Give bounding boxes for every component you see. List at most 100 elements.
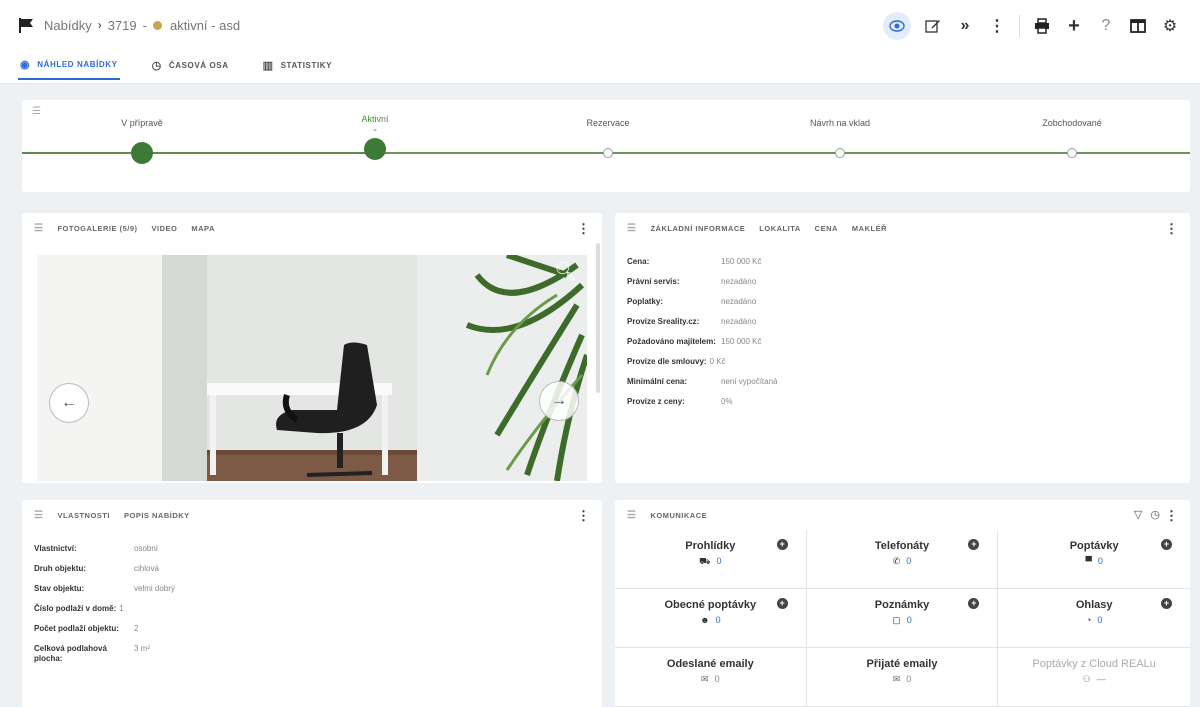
cell-value: ✉ 0 (701, 674, 720, 684)
info-row-owner-request: Požadováno majitelem: 150 000 Kč (627, 337, 762, 346)
eye-icon[interactable] (883, 12, 911, 40)
tab-description[interactable]: POPIS NABÍDKY (124, 511, 190, 520)
add-demand-button[interactable]: + (1161, 539, 1172, 550)
step-node (1067, 148, 1077, 158)
prop-row-floor-count: Počet podlaží objektu: 2 (34, 624, 139, 633)
add-general-demand-button[interactable]: + (776, 598, 788, 609)
communication-header: ☰ KOMUNIKACE (615, 500, 1190, 530)
tab-map[interactable]: MAPA (191, 224, 215, 233)
more-icon[interactable]: ⋮ (1165, 508, 1178, 524)
cell-value: ⚇ — (1082, 674, 1106, 684)
cell-value: ◔ 0 (1085, 615, 1103, 625)
tab-label: ČASOVÁ OSA (168, 60, 229, 70)
help-icon[interactable]: ? (1090, 10, 1122, 42)
previous-photo-button[interactable]: ← (49, 383, 89, 423)
gallery-panel: ☰ FOTOGALERIE (5/9) VIDEO MAPA ⋮ ← → 🔍︎ (22, 213, 602, 483)
toolbar: » ⋮ + ? ⚙ (883, 10, 1186, 42)
info-row-price: Cena: 150 000 Kč (627, 257, 762, 266)
comm-cloud-real-demands[interactable]: Poptávky z Cloud REALu ⚇ — (998, 648, 1190, 707)
drag-handle-icon[interactable]: ☰ (627, 510, 636, 521)
add-response-button[interactable]: + (1161, 598, 1172, 609)
comm-notes[interactable]: Poznámky ▢ 0 + (806, 589, 999, 648)
step-traded[interactable]: Zobchodované (1002, 118, 1142, 158)
tab-properties[interactable]: VLASTNOSTI (57, 511, 110, 520)
comm-viewings[interactable]: Prohlídky ⛟ 0 + (615, 530, 807, 589)
step-preparation[interactable]: V přípravě (72, 118, 212, 164)
communication-grid: Prohlídky ⛟ 0 + Telefonáty ✆ 0 + Poptávky … (615, 530, 1190, 707)
top-bar: Nabídky › 3719 - aktivní - asd » ⋮ + ? ⚙ (0, 0, 1200, 50)
zoom-icon[interactable]: 🔍︎ (554, 261, 577, 282)
phone-icon: ✆ (892, 556, 901, 566)
more-icon[interactable]: ⋮ (1165, 221, 1178, 237)
status-stepper: ☰ V přípravě Aktivní ⌄ Rezervace Návrh n… (22, 100, 1190, 192)
layout-icon[interactable] (1122, 10, 1154, 42)
step-label: Rezervace (586, 118, 630, 128)
robot-icon: ☻ (700, 615, 710, 625)
gallery-header: ☰ FOTOGALERIE (5/9) VIDEO MAPA (22, 213, 602, 243)
info-row-commission-sreality: Provize Sreality.cz: nezadáno (627, 317, 757, 326)
tab-label: NÁHLED NABÍDKY (37, 59, 118, 69)
step-label: Návrh na vklad (809, 118, 871, 128)
step-deposit-proposal[interactable]: Návrh na vklad (770, 118, 910, 158)
info-row-contract-commission: Provize dle smlouvy: 0 Kč (627, 357, 726, 366)
drag-handle-icon[interactable]: ☰ (627, 223, 636, 234)
status-dot (152, 20, 162, 30)
prop-row-floor: Číslo podlaží v domě: 1 (34, 604, 124, 613)
comm-demands[interactable]: Poptávky ▀ 0 + (998, 530, 1190, 589)
tab-photogallery[interactable]: FOTOGALERIE (5/9) (57, 224, 137, 233)
more-icon[interactable]: ⋮ (577, 508, 590, 524)
forward-icon[interactable]: » (949, 10, 981, 42)
breadcrumb-root[interactable]: Nabídky (44, 18, 92, 33)
tab-offer-preview[interactable]: ◉ NÁHLED NABÍDKY (18, 50, 120, 80)
communication-title: KOMUNIKACE (650, 510, 708, 520)
comm-received-emails[interactable]: Přijaté emaily ✉ 0 (806, 648, 999, 707)
tab-video[interactable]: VIDEO (152, 224, 178, 233)
tab-price[interactable]: CENA (815, 224, 838, 233)
next-photo-button[interactable]: → (539, 381, 579, 421)
more-icon[interactable]: ⋮ (981, 10, 1013, 42)
history-icon[interactable]: ◷ (1150, 508, 1160, 521)
comm-calls[interactable]: Telefonáty ✆ 0 + (806, 530, 999, 589)
print-icon[interactable] (1026, 10, 1058, 42)
breadcrumb-dash: - (142, 17, 147, 33)
plus-icon[interactable]: + (1058, 10, 1090, 42)
step-reservation[interactable]: Rezervace (538, 118, 678, 158)
users-icon: ⚇ (1082, 674, 1091, 684)
prop-row-floor-area: Celková podlahová plocha: 3 m² (34, 644, 150, 663)
step-active[interactable]: Aktivní ⌄ (305, 114, 445, 160)
note-icon: ▢ (892, 615, 901, 625)
info-row-price-commission: Provize z ceny: 0% (627, 397, 733, 406)
more-icon[interactable]: ⋮ (577, 221, 590, 237)
communication-panel: ☰ KOMUNIKACE ▽ ◷ ⋮ Prohlídky ⛟ 0 + Telefo… (615, 500, 1190, 707)
basic-info-panel: ☰ ZÁKLADNÍ INFORMACE LOKALITA CENA MAKLÉ… (615, 213, 1190, 483)
flag-icon (18, 17, 36, 33)
comm-sent-emails[interactable]: Odeslané emaily ✉ 0 (615, 648, 807, 707)
comm-general-demands[interactable]: Obecné poptávky ☻ 0 + (615, 589, 807, 648)
tab-statistics[interactable]: ▥ STATISTIKY (261, 50, 334, 80)
offer-status: aktivní - asd (169, 17, 241, 33)
tab-timeline[interactable]: ◷ ČASOVÁ OSA (150, 50, 231, 80)
gear-icon[interactable]: ⚙ (1154, 10, 1186, 42)
prop-row-condition: Stav objektu: velmi dobrý (34, 584, 175, 593)
cell-title: Přijaté emaily (866, 658, 938, 670)
cell-value: ✉ 0 (892, 674, 912, 684)
add-viewing-button[interactable]: + (776, 539, 788, 550)
communication-tools: ▽ ◷ (1134, 508, 1160, 521)
prop-row-building-type: Druh objektu: cihlová (34, 564, 159, 573)
filter-icon[interactable]: ▽ (1134, 508, 1142, 521)
cell-value: ▀ 0 (1085, 556, 1103, 566)
tab-basic-info[interactable]: ZÁKLADNÍ INFORMACE (650, 224, 745, 233)
mail-icon: ✉ (892, 674, 901, 684)
tab-broker[interactable]: MAKLÉŘ (852, 224, 887, 233)
property-photo: ← → 🔍︎ (37, 255, 587, 481)
drag-handle-icon[interactable]: ☰ (34, 223, 43, 234)
step-node (835, 148, 845, 158)
tab-location[interactable]: LOKALITA (759, 224, 800, 233)
cart-icon: ▀ (1085, 556, 1092, 566)
drag-handle-icon[interactable]: ☰ (34, 510, 43, 521)
comm-responses[interactable]: Ohlasy ◔ 0 + (998, 589, 1190, 648)
drag-handle-icon[interactable]: ☰ (32, 106, 41, 117)
info-row-min-price: Minimální cena: není vypočítaná (627, 377, 778, 386)
edit-icon[interactable] (917, 10, 949, 42)
scrollbar[interactable] (596, 243, 600, 393)
